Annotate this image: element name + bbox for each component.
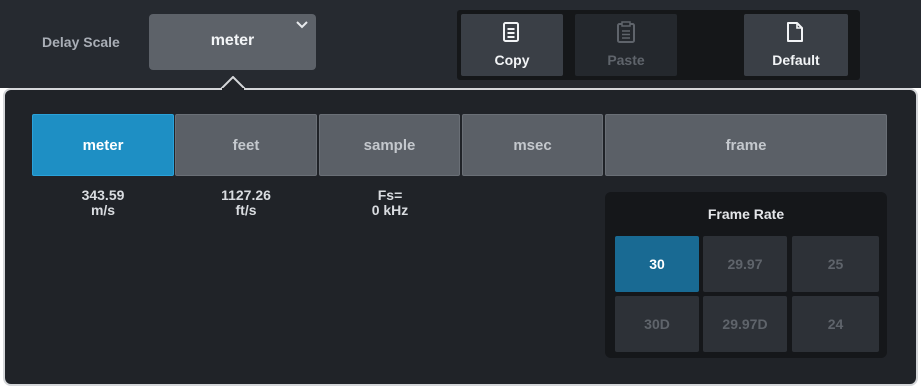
frame-rate-29-97[interactable]: 29.97: [703, 236, 787, 292]
frame-rate-29-97d[interactable]: 29.97D: [703, 296, 787, 352]
feet-speed-info: 1127.26 ft/s: [175, 188, 317, 218]
frame-rate-30[interactable]: 30: [615, 236, 699, 292]
frame-rate-30d[interactable]: 30D: [615, 296, 699, 352]
scale-tab-label: meter: [82, 137, 124, 154]
paste-button[interactable]: Paste: [575, 14, 677, 76]
frame-rate-label: 29.97D: [722, 316, 768, 332]
sample-rate-value: 0 kHz: [371, 202, 409, 218]
frame-rate-25[interactable]: 25: [792, 236, 879, 292]
scale-tab-label: msec: [513, 137, 552, 154]
delay-scale-dropdown[interactable]: meter: [149, 14, 316, 70]
scale-tab-label: frame: [725, 137, 767, 154]
scale-tab-sample[interactable]: sample: [319, 114, 460, 176]
action-button-group: Copy Paste Default: [457, 10, 860, 80]
default-button[interactable]: Default: [744, 14, 848, 76]
meter-speed-value: 343.59: [81, 187, 125, 203]
paste-icon: [617, 21, 635, 43]
feet-speed-unit: ft/s: [235, 202, 257, 218]
delay-scale-value: meter: [210, 32, 255, 49]
frame-rate-24[interactable]: 24: [792, 296, 879, 352]
scale-tab-frame[interactable]: frame: [605, 114, 887, 176]
frame-rate-label: 30D: [644, 316, 670, 332]
document-icon: [787, 22, 803, 42]
meter-speed-unit: m/s: [90, 202, 116, 218]
frame-rate-label: 24: [827, 316, 844, 332]
scale-tab-label: sample: [363, 137, 416, 154]
frame-rate-title: Frame Rate: [707, 206, 785, 222]
scale-tab-feet[interactable]: feet: [175, 114, 317, 176]
meter-speed-info: 343.59 m/s: [32, 188, 174, 218]
copy-button[interactable]: Copy: [461, 14, 563, 76]
delay-scale-label: Delay Scale: [42, 34, 120, 50]
scale-tab-meter[interactable]: meter: [32, 114, 174, 176]
popup-pointer: [220, 76, 246, 90]
copy-icon: [503, 22, 519, 42]
default-label: Default: [772, 52, 820, 68]
scale-tab-label: feet: [232, 137, 260, 154]
delay-scale-window: Delay Scale meter Copy Paste Default met…: [0, 0, 921, 388]
toolbar: Delay Scale meter Copy Paste Default: [0, 0, 921, 88]
sample-rate-info: Fs= 0 kHz: [319, 188, 461, 218]
feet-speed-value: 1127.26: [221, 187, 271, 203]
chevron-down-icon: [296, 21, 308, 29]
sample-rate-label: Fs=: [377, 187, 403, 203]
frame-rate-label: 25: [827, 256, 844, 272]
frame-rate-label: 29.97: [727, 256, 763, 272]
paste-label: Paste: [607, 52, 645, 68]
copy-label: Copy: [494, 52, 530, 68]
scale-tab-msec[interactable]: msec: [462, 114, 603, 176]
frame-rate-label: 30: [649, 256, 665, 272]
